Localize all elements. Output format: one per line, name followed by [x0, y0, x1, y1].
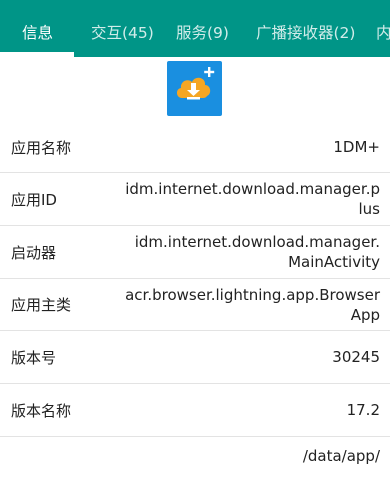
active-tab-indicator — [0, 52, 74, 57]
row-version-code: 版本号 30245 — [0, 331, 390, 384]
label-launcher: 启动器 — [11, 243, 57, 262]
tab-services[interactable]: 服务(9) — [176, 0, 229, 57]
value-main-class: acr.browser.lightning.app.BrowserApp — [125, 285, 380, 324]
row-main-class: 应用主类 acr.browser.lightning.app.BrowserAp… — [0, 279, 390, 331]
row-app-name: 应用名称 1DM+ — [0, 122, 390, 173]
value-app-id: idm.internet.download.manager.plus — [125, 180, 380, 218]
row-app-id: 应用ID idm.internet.download.manager.plus — [0, 173, 390, 226]
tab-bar: 信息 交互(45) 服务(9) 广播接收器(2) 内 — [0, 0, 390, 57]
tab-broadcast-receivers[interactable]: 广播接收器(2) — [256, 0, 355, 57]
label-version-code: 版本号 — [11, 348, 57, 367]
app-info-list: 应用名称 1DM+ 应用ID idm.internet.download.man… — [0, 122, 390, 487]
tab-more[interactable]: 内 — [376, 0, 390, 57]
value-launcher: idm.internet.download.manager.MainActivi… — [134, 233, 380, 271]
value-app-name: 1DM+ — [333, 138, 380, 156]
tab-info[interactable]: 信息 — [22, 0, 53, 57]
label-app-id: 应用ID — [11, 190, 57, 209]
value-version-name: 17.2 — [346, 401, 380, 419]
app-icon — [167, 61, 222, 116]
tab-interactions[interactable]: 交互(45) — [91, 0, 154, 57]
cloud-download-plus-icon — [176, 67, 215, 100]
row-version-name: 版本名称 17.2 — [0, 384, 390, 437]
row-data-path: /data/app/ — [0, 437, 390, 487]
label-version-name: 版本名称 — [11, 401, 72, 420]
label-app-name: 应用名称 — [11, 138, 72, 157]
value-version-code: 30245 — [332, 348, 380, 366]
label-main-class: 应用主类 — [11, 296, 72, 314]
value-data-path: /data/app/ — [302, 447, 380, 465]
row-launcher: 启动器 idm.internet.download.manager.MainAc… — [0, 226, 390, 279]
